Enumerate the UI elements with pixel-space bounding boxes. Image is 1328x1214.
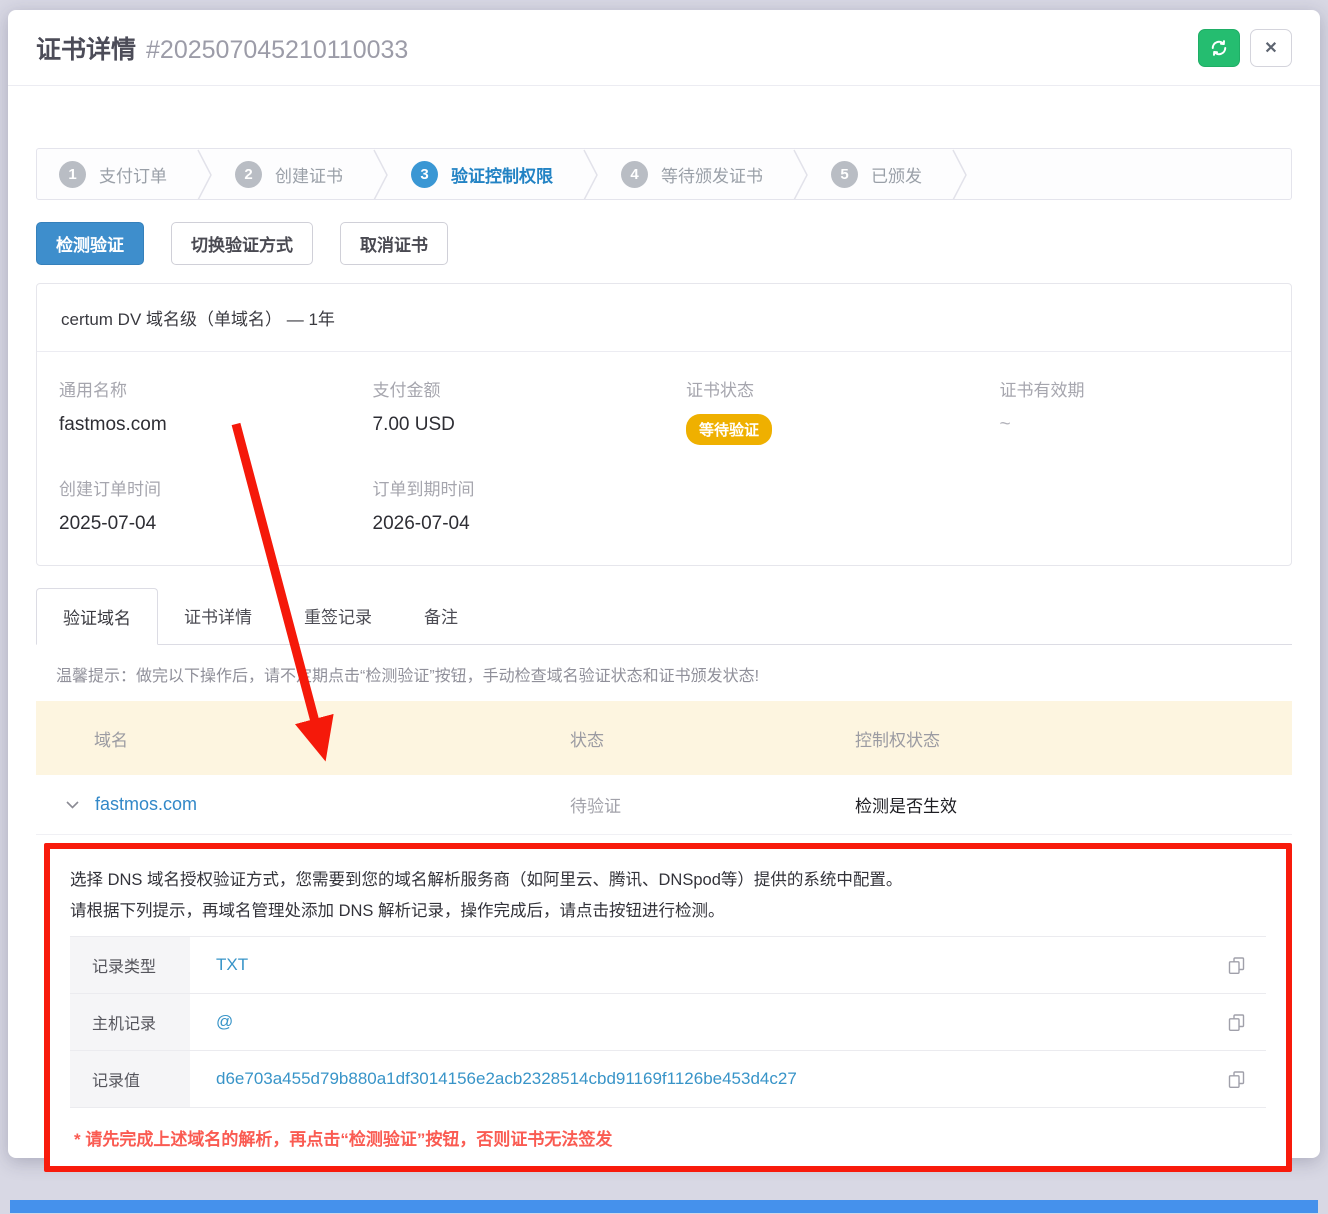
header-actions: ✕: [1198, 29, 1292, 67]
field-order-created: 创建订单时间 2025-07-04: [37, 475, 351, 535]
record-value: @: [190, 994, 1206, 1050]
field-label: 证书状态: [686, 376, 978, 401]
field-empty: [664, 475, 978, 535]
tab-bar: 验证域名 证书详情 重签记录 备注: [36, 588, 1292, 645]
copy-icon: [1226, 1069, 1247, 1090]
toolbar: 检测验证 切换验证方式 取消证书: [36, 222, 1292, 265]
step-1-pay-order: 1 支付订单: [37, 149, 197, 199]
field-common-name: 通用名称 fastmos.com: [37, 376, 351, 445]
step-label: 等待颁发证书: [661, 162, 763, 187]
step-number: 5: [831, 161, 858, 188]
step-label: 支付订单: [99, 162, 167, 187]
check-verify-button[interactable]: 检测验证: [36, 222, 144, 265]
record-row-host: 主机记录 @: [70, 994, 1266, 1051]
field-label: 订单到期时间: [373, 475, 665, 500]
step-separator: [952, 149, 968, 200]
field-order-expires: 订单到期时间 2026-07-04: [351, 475, 665, 535]
copy-icon: [1226, 955, 1247, 976]
field-label: 通用名称: [59, 376, 351, 401]
dns-validation-panel: 选择 DNS 域名授权验证方式，您需要到您的域名解析服务商（如阿里云、腾讯、DN…: [44, 843, 1292, 1172]
column-header-status: 状态: [560, 726, 855, 751]
record-value: TXT: [190, 937, 1206, 993]
field-empty: [978, 475, 1292, 535]
bottom-blue-bar: [10, 1200, 1318, 1213]
domain-cell: fastmos.com: [36, 794, 560, 815]
record-label: 记录类型: [70, 937, 190, 993]
copy-record-value-button[interactable]: [1206, 1051, 1266, 1107]
dns-records-table: 记录类型 TXT 主机记录 @: [70, 936, 1266, 1108]
step-number: 2: [235, 161, 262, 188]
tab-verify-domain[interactable]: 验证域名: [36, 588, 158, 645]
record-row-type: 记录类型 TXT: [70, 937, 1266, 994]
domain-table: 域名 状态 控制权状态 fastmos.com 待验证 检测是否生效: [36, 701, 1292, 835]
record-row-value: 记录值 d6e703a455d79b880a1df3014156e2acb232…: [70, 1051, 1266, 1108]
step-label: 已颁发: [871, 162, 922, 187]
record-label: 主机记录: [70, 994, 190, 1050]
domain-link[interactable]: fastmos.com: [95, 794, 197, 815]
record-label: 记录值: [70, 1051, 190, 1107]
tab-reissue-record[interactable]: 重签记录: [278, 588, 398, 645]
close-icon: ✕: [1264, 38, 1277, 58]
page-title: 证书详情: [36, 36, 136, 64]
field-value: ~: [1000, 414, 1292, 436]
domain-status: 待验证: [560, 792, 855, 817]
dns-warning: * 请先完成上述域名的解析，再点击“检测验证”按钮，否则证书无法签发: [70, 1125, 1266, 1150]
field-value: fastmos.com: [59, 414, 351, 436]
field-label: 创建订单时间: [59, 475, 351, 500]
certificate-detail-modal: 证书详情 #202507045210110033 ✕ 1 支付订单 2: [8, 10, 1320, 1158]
step-3-verify-control: 3 验证控制权限: [389, 149, 583, 199]
title-group: 证书详情 #202507045210110033: [36, 30, 408, 66]
step-wizard: 1 支付订单 2 创建证书 3 验证控制权限 4 等待颁发证书 5 已颁发: [36, 148, 1292, 200]
dns-instruction-line1: 选择 DNS 域名授权验证方式，您需要到您的域名解析服务商（如阿里云、腾讯、DN…: [70, 865, 1266, 896]
status-badge: 等待验证: [686, 414, 772, 445]
refresh-button[interactable]: [1198, 29, 1240, 67]
field-value: 2026-07-04: [373, 513, 665, 535]
copy-record-type-button[interactable]: [1206, 937, 1266, 993]
step-number: 1: [59, 161, 86, 188]
field-label: 证书有效期: [1000, 376, 1292, 401]
tab-remarks[interactable]: 备注: [398, 588, 484, 645]
field-cert-validity: 证书有效期 ~: [978, 376, 1292, 445]
certificate-info-card: certum DV 域名级（单域名） — 1年 通用名称 fastmos.com…: [36, 283, 1292, 566]
field-value: 2025-07-04: [59, 513, 351, 535]
switch-method-button[interactable]: 切换验证方式: [171, 222, 313, 265]
modal-header: 证书详情 #202507045210110033 ✕: [8, 10, 1320, 86]
info-grid: 通用名称 fastmos.com 支付金额 7.00 USD 证书状态 等待验证…: [37, 352, 1291, 565]
step-separator: [793, 149, 809, 200]
copy-icon: [1226, 1012, 1247, 1033]
step-label: 验证控制权限: [451, 162, 553, 187]
column-header-domain: 域名: [36, 726, 560, 751]
domain-table-header: 域名 状态 控制权状态: [36, 701, 1292, 775]
field-value: 7.00 USD: [373, 414, 665, 436]
step-label: 创建证书: [275, 162, 343, 187]
step-number: 4: [621, 161, 648, 188]
step-separator: [197, 149, 213, 200]
field-value: 等待验证: [686, 414, 978, 445]
step-5-issued: 5 已颁发: [809, 149, 952, 199]
step-number: 3: [411, 161, 438, 188]
step-4-await-issue: 4 等待颁发证书: [599, 149, 793, 199]
close-button[interactable]: ✕: [1250, 29, 1292, 67]
cancel-cert-button[interactable]: 取消证书: [340, 222, 448, 265]
record-value: d6e703a455d79b880a1df3014156e2acb2328514…: [190, 1051, 1206, 1107]
tab-cert-detail[interactable]: 证书详情: [158, 588, 278, 645]
step-separator: [373, 149, 389, 200]
field-pay-amount: 支付金额 7.00 USD: [351, 376, 665, 445]
modal-body: 1 支付订单 2 创建证书 3 验证控制权限 4 等待颁发证书 5 已颁发: [8, 86, 1320, 1172]
control-status-action[interactable]: 检测是否生效: [855, 792, 1292, 817]
step-separator: [583, 149, 599, 200]
refresh-icon: [1209, 38, 1229, 58]
field-cert-status: 证书状态 等待验证: [664, 376, 978, 445]
copy-host-record-button[interactable]: [1206, 994, 1266, 1050]
order-id: #202507045210110033: [146, 36, 408, 64]
step-2-create-cert: 2 创建证书: [213, 149, 373, 199]
dns-instruction-line2: 请根据下列提示，再域名管理处添加 DNS 解析记录，操作完成后，请点击按钮进行检…: [70, 896, 1266, 927]
chevron-down-icon[interactable]: [66, 801, 79, 809]
field-label: 支付金额: [373, 376, 665, 401]
column-header-control: 控制权状态: [855, 726, 1292, 751]
domain-row: fastmos.com 待验证 检测是否生效: [36, 775, 1292, 835]
product-title: certum DV 域名级（单域名） — 1年: [37, 284, 1291, 352]
tip-text: 温馨提示：做完以下操作后，请不定期点击“检测验证”按钮，手动检查域名验证状态和证…: [36, 662, 1292, 686]
